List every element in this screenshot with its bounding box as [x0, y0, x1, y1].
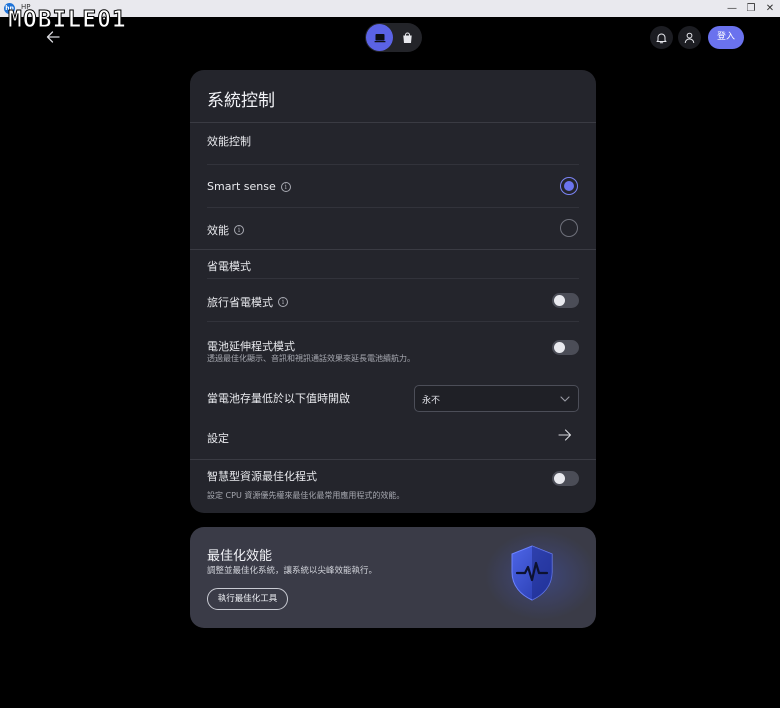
divider	[190, 122, 596, 123]
view-switcher	[365, 23, 422, 52]
tab-device[interactable]	[366, 24, 393, 51]
info-icon[interactable]: i	[278, 297, 288, 307]
divider	[207, 207, 579, 208]
optimize-performance-card: 最佳化效能 調整並最佳化系統，讓系統以尖峰效能執行。 執行最佳化工具	[190, 527, 596, 628]
battery-threshold-value: 永不	[422, 396, 441, 406]
travel-mode-label: 旅行省電模式 i	[207, 294, 288, 310]
smart-optimizer-description: 設定 CPU 資源優先權來最佳化最常用應用程式的效能。	[207, 491, 405, 500]
bell-icon	[656, 33, 667, 43]
user-icon	[684, 32, 695, 43]
notifications-button[interactable]	[650, 26, 673, 49]
watermark-logo: MOBILE01	[8, 7, 127, 34]
smart-optimizer-toggle[interactable]	[552, 471, 579, 486]
performance-mode-text: 效能	[207, 224, 229, 237]
divider	[190, 249, 596, 250]
smart-sense-label: Smart sense i	[207, 180, 291, 193]
divider	[207, 164, 579, 165]
battery-threshold-select[interactable]: 永不	[414, 385, 579, 412]
travel-mode-text: 旅行省電模式	[207, 296, 273, 309]
smart-optimizer-label: 智慧型資源最佳化程式	[207, 470, 317, 483]
performance-heading: 效能控制	[207, 135, 251, 148]
divider	[190, 459, 596, 460]
arrow-left-icon	[46, 31, 60, 43]
power-settings-label[interactable]: 設定	[207, 430, 229, 446]
info-icon[interactable]: i	[280, 181, 291, 192]
shield-pulse-icon	[511, 545, 553, 601]
system-control-card: 系統控制 效能控制 Smart sense i 效能 i 省電模式 旅行省電模式…	[190, 70, 596, 513]
laptop-icon	[374, 33, 385, 42]
battery-extender-toggle[interactable]	[552, 340, 579, 355]
battery-threshold-label: 當電池存量低於以下值時開啟	[207, 392, 350, 405]
power-saving-heading: 省電模式	[207, 260, 251, 273]
promo-title: 最佳化效能	[207, 549, 273, 564]
page-title: 系統控制	[207, 91, 275, 111]
smart-sense-text: Smart sense	[207, 180, 276, 193]
battery-extender-label: 電池延伸程式模式	[207, 340, 295, 353]
divider	[207, 321, 579, 322]
account-button[interactable]	[678, 26, 701, 49]
smart-sense-radio[interactable]	[560, 177, 578, 195]
back-button[interactable]	[41, 25, 65, 49]
run-optimizer-button[interactable]: 執行最佳化工具	[207, 588, 288, 610]
close-button[interactable]: ✕	[757, 1, 780, 16]
tab-store[interactable]	[394, 24, 421, 51]
info-icon[interactable]: i	[234, 225, 244, 235]
shopping-bag-icon	[403, 32, 412, 43]
login-button[interactable]: 登入	[708, 26, 744, 49]
chevron-down-icon	[560, 396, 570, 402]
arrow-right-icon[interactable]	[558, 428, 572, 442]
performance-mode-radio[interactable]	[560, 219, 578, 237]
battery-extender-description: 透過最佳化顯示、音訊和視訊通話效果來延長電池續航力。	[207, 354, 415, 363]
divider	[207, 278, 579, 279]
travel-mode-toggle[interactable]	[552, 293, 579, 308]
performance-mode-label: 效能 i	[207, 222, 244, 238]
promo-subtitle: 調整並最佳化系統，讓系統以尖峰效能執行。	[207, 566, 378, 576]
